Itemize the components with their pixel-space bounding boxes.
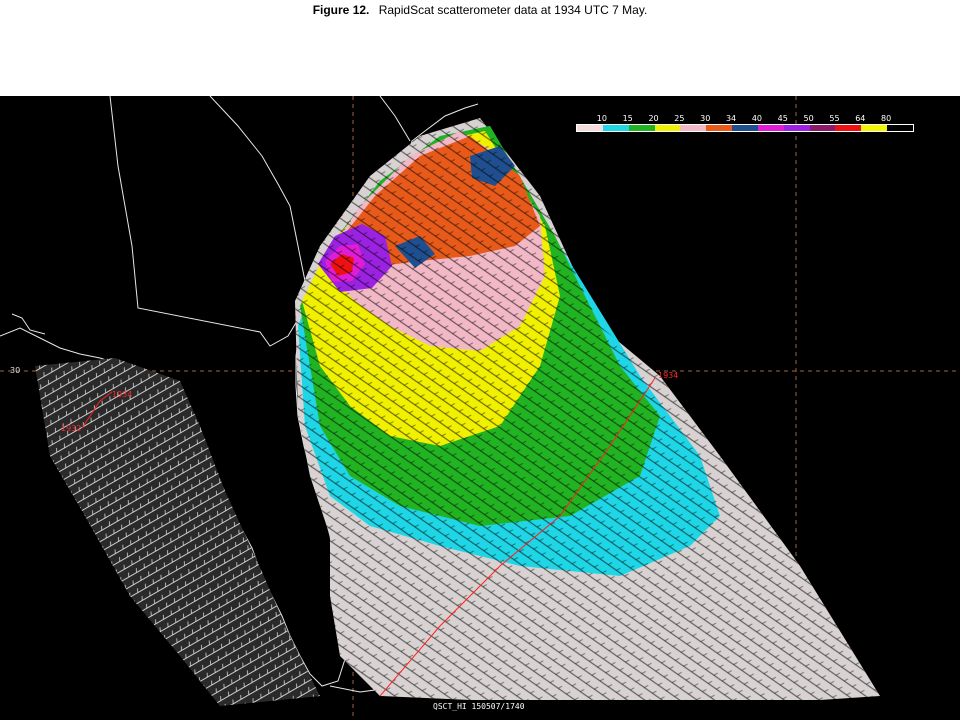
legend-swatch <box>783 125 810 131</box>
legend-swatch <box>577 125 603 131</box>
state-border-georgia <box>209 96 306 282</box>
legend-value: 30 <box>700 114 711 123</box>
legend-value: 10 <box>596 114 607 123</box>
atlantic-swath <box>295 118 880 700</box>
legend-swatch <box>809 125 836 131</box>
legend-swatch <box>835 125 862 131</box>
map-canvas <box>0 96 960 720</box>
gulf-swath-barbs <box>35 358 320 706</box>
legend-labels: 10 15 20 25 30 34 40 45 50 55 64 80 <box>576 114 916 124</box>
legend-swatch <box>628 125 655 131</box>
swath-wind-barbs <box>295 118 880 700</box>
legend-swatch <box>602 125 629 131</box>
legend-value: 80 <box>881 114 892 123</box>
legend-value: 34 <box>725 114 737 123</box>
gulf-coastline-west <box>11 313 46 335</box>
gulf-swath <box>35 358 320 706</box>
figure-caption: Figure 12. RapidScat scatterometer data … <box>0 3 960 17</box>
legend-value: 64 <box>855 114 866 123</box>
legend-color-bar <box>576 124 914 132</box>
legend-value: 45 <box>777 114 788 123</box>
latitude-label: 30 <box>10 366 21 375</box>
legend-swatch <box>654 125 681 131</box>
scatterometer-map: 10 15 20 25 30 34 40 45 50 55 64 80 30 1934 1932 19… <box>0 96 960 720</box>
legend-swatch <box>732 125 758 131</box>
swath-time-left-top: 1934 <box>112 390 133 399</box>
legend-value: 20 <box>648 114 659 123</box>
wind-speed-legend: 10 15 20 25 30 34 40 45 50 55 64 80 <box>576 114 916 132</box>
legend-value: 40 <box>751 114 763 123</box>
swath-time-left-bottom: 1932 <box>61 424 82 433</box>
legend-swatch <box>757 125 784 131</box>
legend-value: 55 <box>829 114 840 123</box>
product-id-label: QSCT_HI 150507/1740 <box>433 702 525 711</box>
legend-swatch <box>861 125 888 131</box>
state-border-carolina <box>379 96 411 142</box>
swath-time-right-top: 1934 <box>658 371 679 380</box>
figure-label: Figure 12. <box>312 3 370 17</box>
legend-swatch <box>887 125 913 131</box>
figure-caption-text: RapidScat scatterometer data at 1934 UTC… <box>378 3 648 17</box>
legend-value: 50 <box>803 114 814 123</box>
legend-swatch <box>706 125 733 131</box>
legend-swatch <box>680 125 707 131</box>
legend-value: 15 <box>622 114 633 123</box>
legend-value: 25 <box>674 114 685 123</box>
